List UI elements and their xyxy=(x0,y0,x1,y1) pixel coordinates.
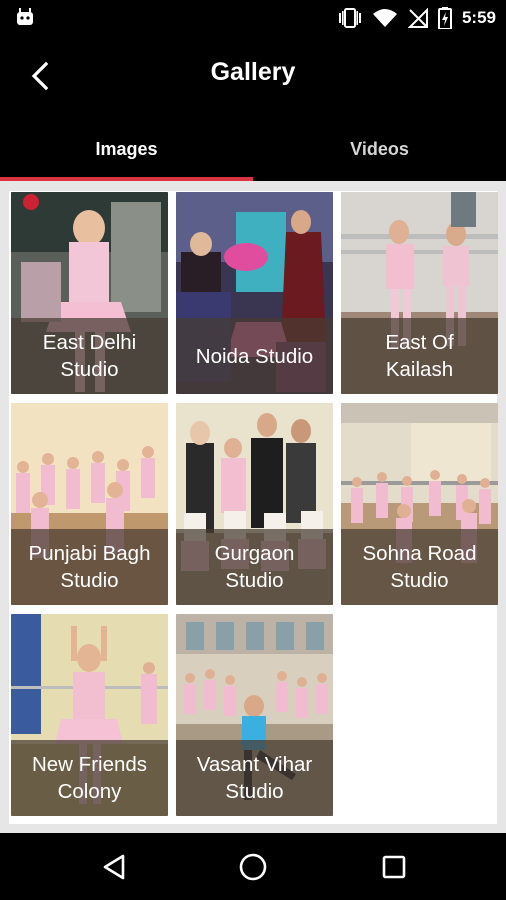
status-bar: 5:59 xyxy=(0,0,506,36)
gallery-item-label: Vasant Vihar Studio xyxy=(196,753,313,803)
gallery-grid: East Delhi Studio Noida Studio East Of K… xyxy=(9,191,498,824)
wifi-icon xyxy=(372,9,397,27)
gallery-item-caption: East Delhi Studio xyxy=(11,318,168,394)
gallery-item-label: Sohna Road Studio xyxy=(362,542,477,592)
gallery-item-caption: East Of Kailash xyxy=(341,318,498,394)
nav-recents-button[interactable] xyxy=(374,847,414,887)
vibrate-icon xyxy=(338,8,361,28)
tab-bar: Images Videos xyxy=(0,118,506,180)
gallery-item-vasant-vihar[interactable]: Vasant Vihar Studio xyxy=(176,614,333,816)
tab-images[interactable]: Images xyxy=(0,118,253,180)
nav-back-button[interactable] xyxy=(94,847,134,887)
clock-time: 5:59 xyxy=(461,8,496,27)
gallery-item-caption: Punjabi Bagh Studio xyxy=(11,529,168,605)
gallery-item-label: Noida Studio xyxy=(195,344,314,368)
gallery-item-noida[interactable]: Noida Studio xyxy=(176,192,333,394)
back-triangle-icon xyxy=(103,854,125,880)
gallery-item-gurgaon[interactable]: Gurgaon Studio xyxy=(176,403,333,605)
gallery-item-caption: Sohna Road Studio xyxy=(341,529,498,605)
gallery-item-caption: Noida Studio xyxy=(176,318,333,394)
system-nav-bar xyxy=(0,833,506,900)
recents-square-icon xyxy=(382,855,406,879)
gallery-item-caption: Gurgaon Studio xyxy=(176,529,333,605)
home-circle-icon xyxy=(239,853,267,881)
gallery-item-east-of-kailash[interactable]: East Of Kailash xyxy=(341,192,498,394)
battery-charging-icon xyxy=(437,7,452,29)
gallery-content: East Delhi Studio Noida Studio East Of K… xyxy=(0,181,506,833)
gallery-item-new-friends-colony[interactable]: New Friends Colony xyxy=(11,614,168,816)
gallery-item-label: Punjabi Bagh Studio xyxy=(28,542,151,592)
gallery-item-label: Gurgaon Studio xyxy=(214,542,295,592)
gallery-item-sohna-road[interactable]: Sohna Road Studio xyxy=(341,403,498,605)
gallery-item-label: East Of Kailash xyxy=(385,331,454,381)
nav-home-button[interactable] xyxy=(233,847,273,887)
android-icon xyxy=(17,8,33,25)
gallery-item-caption: New Friends Colony xyxy=(11,740,168,816)
gallery-item-caption: Vasant Vihar Studio xyxy=(176,740,333,816)
tab-videos[interactable]: Videos xyxy=(253,118,506,180)
gallery-item-label: East Delhi Studio xyxy=(42,331,137,381)
gallery-item-label: New Friends Colony xyxy=(31,753,148,803)
app-bar: Gallery xyxy=(0,36,506,118)
gallery-item-punjabi-bagh[interactable]: Punjabi Bagh Studio xyxy=(11,403,168,605)
page-title: Gallery xyxy=(210,58,296,86)
no-signal-icon xyxy=(407,8,428,28)
gallery-item-east-delhi[interactable]: East Delhi Studio xyxy=(11,192,168,394)
